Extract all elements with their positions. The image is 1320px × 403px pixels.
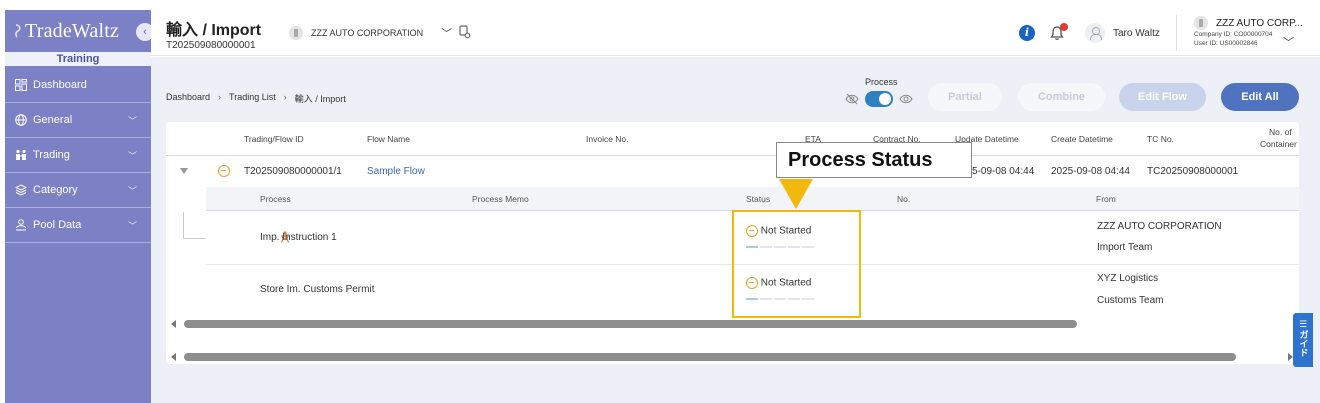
breadcrumb-separator: ›	[283, 92, 287, 102]
flow-id: T202509080000001/1	[244, 166, 342, 177]
process-name: Imp. Instruction 1	[260, 232, 337, 243]
chevron-down-icon: ﹀	[127, 221, 137, 231]
guide-label: ガイド	[1298, 330, 1309, 357]
trading-icon	[16, 149, 26, 160]
edit-flow-button[interactable]: Edit Flow	[1119, 83, 1206, 111]
brand-area: TradeWaltz ‹	[5, 10, 154, 52]
sidebar-item-general[interactable]: General ﹀	[5, 103, 151, 138]
col-from: From	[1096, 194, 1116, 204]
breadcrumb-trading-list[interactable]: Trading List	[229, 92, 276, 105]
sidebar-item-label: Pool Data	[33, 219, 82, 231]
trade-id: T202509080000001	[166, 40, 256, 51]
account-company-name: ZZZ AUTO CORP...	[1216, 17, 1303, 29]
sidebar-item-dashboard[interactable]: Dashboard	[5, 68, 151, 103]
company-avatar-icon	[1194, 16, 1208, 30]
partial-button[interactable]: Partial	[928, 83, 1002, 111]
expand-caret-icon[interactable]	[180, 168, 188, 174]
col-process-memo: Process Memo	[472, 194, 529, 204]
environment-badge: Training	[5, 52, 151, 66]
brand-name: TradeWaltz	[25, 20, 120, 42]
process-toggle-label: Process	[865, 77, 898, 87]
create-datetime: 2025-09-08 04:44	[1051, 166, 1130, 177]
tc-no: TC20250908000001	[1147, 166, 1239, 177]
divider	[1176, 15, 1177, 51]
guide-icon: ☰	[1298, 319, 1308, 329]
chevron-down-icon: ﹀	[127, 116, 137, 126]
edit-all-button[interactable]: Edit All	[1221, 83, 1299, 111]
process-toggle-switch[interactable]	[865, 91, 893, 107]
sidebar-nav: Dashboard General ﹀ Trading ﹀ Category ﹀	[5, 68, 151, 243]
chevron-down-icon: ﹀	[441, 28, 453, 40]
table-row[interactable]: T202509080000001/1 Sample Flow 5-09-08 0…	[166, 157, 1299, 187]
col-container[interactable]: Container	[1260, 139, 1297, 149]
table-header: Trading/Flow ID Flow Name Invoice No. ET…	[166, 122, 1299, 156]
col-tc-no[interactable]: TC No.	[1147, 134, 1174, 144]
top-bar: 輸入 / Import T202509080000001 ZZZ AUTO CO…	[151, 10, 1320, 56]
tradewaltz-logo-icon	[15, 24, 21, 38]
user-stack-icon	[16, 219, 26, 231]
company-selector[interactable]: ZZZ AUTO CORPORATION ﹀	[289, 25, 452, 41]
breadcrumb: Dashboard › Trading List › 輸入 / Import	[166, 92, 346, 105]
combine-button[interactable]: Combine	[1018, 83, 1105, 111]
col-process: Process	[260, 194, 291, 204]
callout-arrow	[779, 179, 813, 209]
breadcrumb-separator: ›	[218, 92, 222, 102]
company-avatar-icon	[289, 26, 303, 40]
dashboard-icon	[15, 79, 27, 91]
breadcrumb-current: 輸入 / Import	[294, 94, 346, 104]
from-team: Import Team	[1097, 242, 1153, 253]
process-status-callout: Process Status	[776, 142, 972, 178]
col-no: No.	[897, 194, 911, 204]
info-icon[interactable]: i	[1019, 25, 1035, 41]
avatar	[1085, 23, 1105, 43]
eye-icon	[899, 94, 913, 104]
sidebar-item-pool-data[interactable]: Pool Data ﹀	[5, 208, 151, 243]
sidebar-item-label: Trading	[33, 149, 70, 161]
notification-badge	[1060, 23, 1068, 31]
tree-line	[183, 212, 184, 238]
user-name: Taro Waltz	[1113, 27, 1160, 39]
sidebar-item-category[interactable]: Category ﹀	[5, 173, 151, 208]
eye-off-icon	[845, 93, 859, 105]
sidebar-item-label: General	[33, 114, 73, 126]
scroll-left-arrow-icon[interactable]	[171, 320, 176, 328]
process-table-header: Process Process Memo Status No. From	[206, 187, 1299, 211]
sidebar-item-label: Dashboard	[33, 79, 87, 91]
status-highlight-box	[732, 210, 861, 318]
company-name: ZZZ AUTO CORPORATION	[311, 28, 424, 38]
tree-line	[183, 238, 205, 239]
update-datetime: 5-09-08 04:44	[972, 166, 1035, 177]
sidebar: TradeWaltz ‹ Training Dashboard General …	[5, 10, 154, 403]
process-name: Store Im. Customs Permit	[260, 284, 375, 295]
col-create-datetime[interactable]: Create Datetime	[1051, 134, 1113, 144]
from-company: ZZZ AUTO CORPORATION	[1097, 221, 1222, 232]
globe-icon	[15, 114, 27, 126]
not-started-icon	[218, 165, 230, 177]
breadcrumb-dashboard[interactable]: Dashboard	[166, 92, 210, 105]
page-title: 輸入 / Import	[166, 22, 262, 39]
sidebar-item-label: Category	[33, 184, 78, 196]
layers-icon	[15, 184, 27, 196]
scroll-left-arrow-icon[interactable]	[171, 353, 176, 361]
flow-name-link[interactable]: Sample Flow	[367, 166, 425, 177]
sidebar-item-trading[interactable]: Trading ﹀	[5, 138, 151, 173]
col-status: Status	[746, 194, 771, 204]
outer-horizontal-scrollbar[interactable]	[184, 353, 1236, 361]
col-invoice-no[interactable]: Invoice No.	[586, 134, 629, 144]
chevron-down-icon: ﹀	[127, 186, 137, 196]
col-no-of[interactable]: No. of	[1269, 127, 1292, 137]
inner-horizontal-scrollbar[interactable]	[184, 320, 1077, 328]
chevron-down-icon: ﹀	[127, 151, 137, 161]
col-flow-name[interactable]: Flow Name	[367, 134, 410, 144]
guide-tab[interactable]: ☰ ガイド	[1293, 313, 1313, 367]
user-menu[interactable]: Taro Waltz	[1085, 23, 1160, 43]
chevron-down-icon[interactable]: ﹀	[1283, 34, 1294, 50]
col-flow-id[interactable]: Trading/Flow ID	[244, 134, 304, 144]
from-company: XYZ Logistics	[1097, 273, 1159, 284]
from-team: Customs Team	[1097, 295, 1164, 306]
copy-icon[interactable]	[459, 25, 471, 39]
